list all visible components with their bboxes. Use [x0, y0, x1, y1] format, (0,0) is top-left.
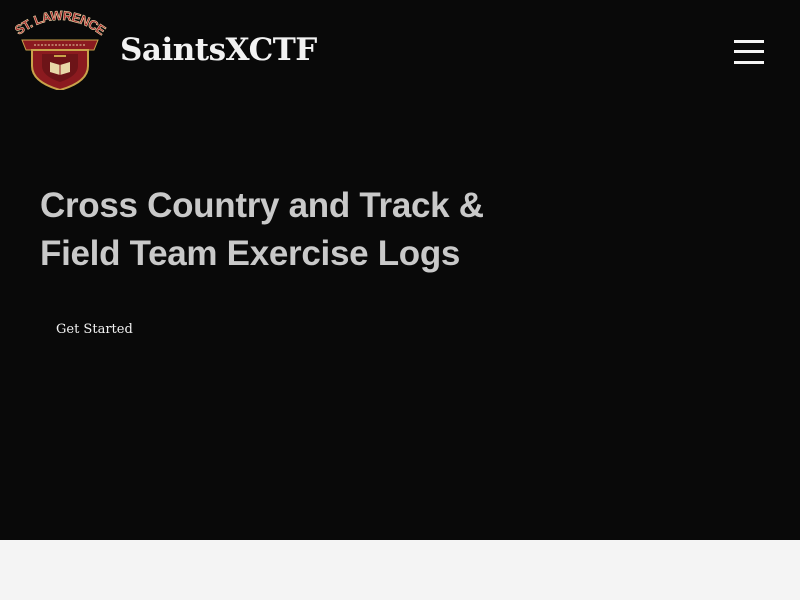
- brand-title[interactable]: SaintsXCTF: [120, 30, 317, 70]
- hamburger-menu-icon[interactable]: [728, 36, 770, 68]
- hero-headline: Cross Country and Track & Field Team Exe…: [40, 186, 484, 273]
- svg-text:ST. LAWRENCE: ST. LAWRENCE: [12, 10, 108, 38]
- menu-bar: [734, 61, 764, 64]
- menu-bar: [734, 40, 764, 43]
- content-section: [0, 540, 800, 600]
- hero-section: ST. LAWRENCE SaintsXCTF Cross Country an…: [0, 0, 800, 540]
- logo-wordmark: ST. LAWRENCE: [12, 7, 110, 38]
- st-lawrence-logo[interactable]: ST. LAWRENCE: [12, 7, 110, 92]
- site-header: ST. LAWRENCE SaintsXCTF: [0, 0, 800, 104]
- shield-logo-icon: ST. LAWRENCE: [12, 7, 110, 92]
- menu-bar: [734, 50, 764, 53]
- get-started-button[interactable]: Get Started: [42, 316, 147, 344]
